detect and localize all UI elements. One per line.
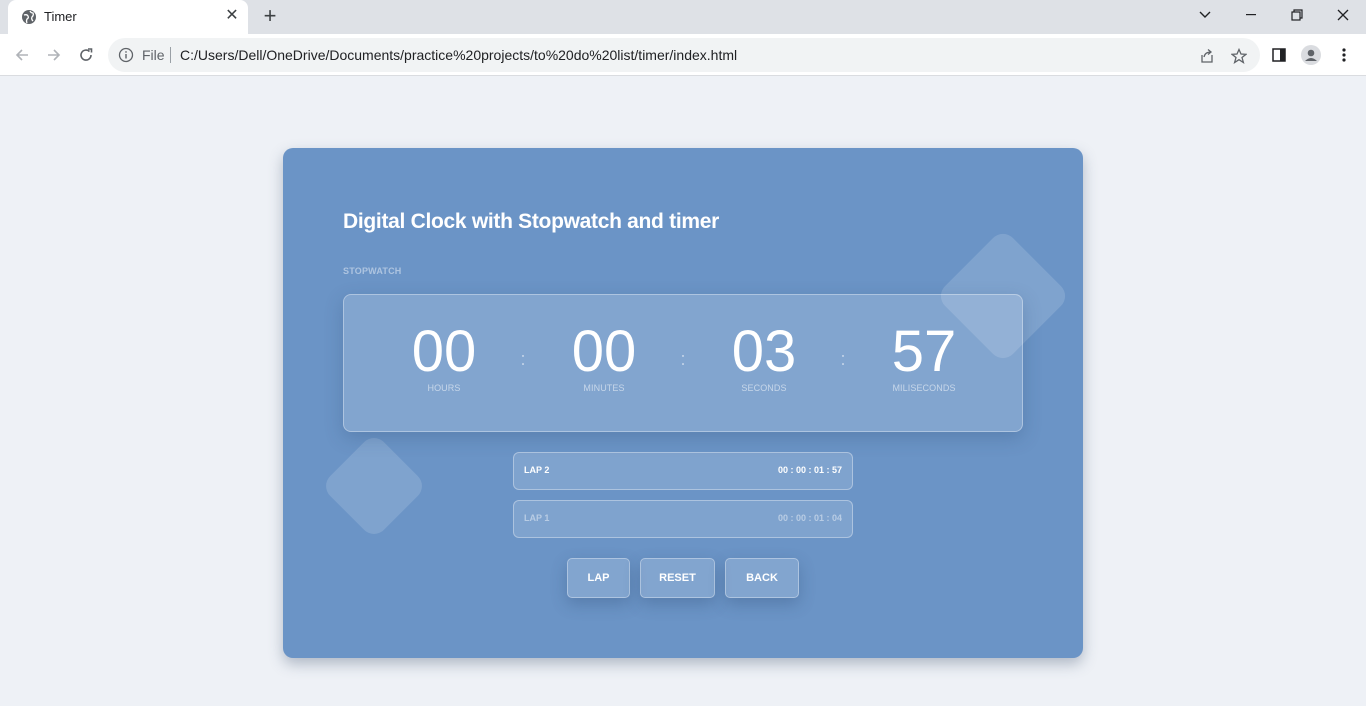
- back-arrow-icon[interactable]: [10, 43, 34, 67]
- tab-title: Timer: [44, 9, 77, 24]
- site-info-icon[interactable]: [118, 47, 134, 63]
- lap-time: 00 : 00 : 01 : 04: [777, 513, 842, 523]
- hours-label: HOURS: [427, 383, 461, 393]
- address-divider: [170, 47, 171, 63]
- globe-icon: [22, 10, 36, 24]
- time-separator: :: [520, 349, 526, 369]
- url-scheme-label: File: [142, 47, 165, 63]
- side-panel-icon[interactable]: [1269, 45, 1289, 65]
- tab-strip: Timer ✕ +: [0, 0, 1366, 34]
- reload-icon[interactable]: [74, 43, 98, 67]
- tab-search-icon[interactable]: [1182, 0, 1228, 30]
- milliseconds-label: MILISECONDS: [892, 383, 956, 393]
- url-text[interactable]: C:/Users/Dell/OneDrive/Documents/practic…: [180, 47, 737, 63]
- milliseconds-value: 57: [891, 319, 957, 384]
- time-separator: :: [840, 349, 846, 369]
- seconds-unit: 03 SECONDS: [704, 319, 824, 393]
- forward-arrow-icon[interactable]: [42, 43, 66, 67]
- new-tab-icon[interactable]: +: [258, 5, 282, 29]
- minutes-label: MINUTES: [583, 383, 625, 393]
- minutes-value: 00: [571, 319, 637, 384]
- time-separator: :: [680, 349, 686, 369]
- close-tab-icon[interactable]: ✕: [223, 7, 241, 25]
- hours-value: 00: [411, 319, 477, 384]
- bookmark-star-icon[interactable]: [1230, 47, 1248, 65]
- profile-avatar-icon[interactable]: [1301, 45, 1321, 65]
- restore-icon[interactable]: [1274, 0, 1320, 30]
- milliseconds-unit: 57 MILISECONDS: [864, 319, 984, 393]
- reset-button[interactable]: RESET: [640, 558, 715, 598]
- section-label: STOPWATCH: [343, 266, 402, 276]
- minimize-icon[interactable]: [1228, 0, 1274, 30]
- seconds-label: SECONDS: [741, 383, 787, 393]
- seconds-value: 03: [731, 319, 797, 384]
- lap-row: LAP 2 00 : 00 : 01 : 57: [513, 452, 853, 490]
- hours-unit: 00 HOURS: [384, 319, 504, 393]
- address-bar[interactable]: File C:/Users/Dell/OneDrive/Documents/pr…: [108, 38, 1260, 72]
- stopwatch-card: Digital Clock with Stopwatch and timer S…: [283, 148, 1083, 658]
- browser-toolbar: File C:/Users/Dell/OneDrive/Documents/pr…: [0, 34, 1366, 76]
- lap-name: LAP 1: [524, 513, 550, 523]
- decorative-diamond: [320, 432, 428, 540]
- minutes-unit: 00 MINUTES: [544, 319, 664, 393]
- lap-button[interactable]: LAP: [567, 558, 630, 598]
- lap-time: 00 : 00 : 01 : 57: [777, 465, 842, 475]
- stopwatch-display: 00 HOURS : 00 MINUTES : 03 SECONDS : 57 …: [343, 294, 1023, 432]
- lap-name: LAP 2: [524, 465, 550, 475]
- menu-kebab-icon[interactable]: [1334, 45, 1354, 65]
- close-window-icon[interactable]: [1320, 0, 1366, 30]
- browser-tab[interactable]: Timer ✕: [8, 0, 248, 34]
- lap-row: LAP 1 00 : 00 : 01 : 04: [513, 500, 853, 538]
- page-title: Digital Clock with Stopwatch and timer: [343, 210, 719, 233]
- back-button[interactable]: BACK: [725, 558, 799, 598]
- share-icon[interactable]: [1198, 47, 1216, 65]
